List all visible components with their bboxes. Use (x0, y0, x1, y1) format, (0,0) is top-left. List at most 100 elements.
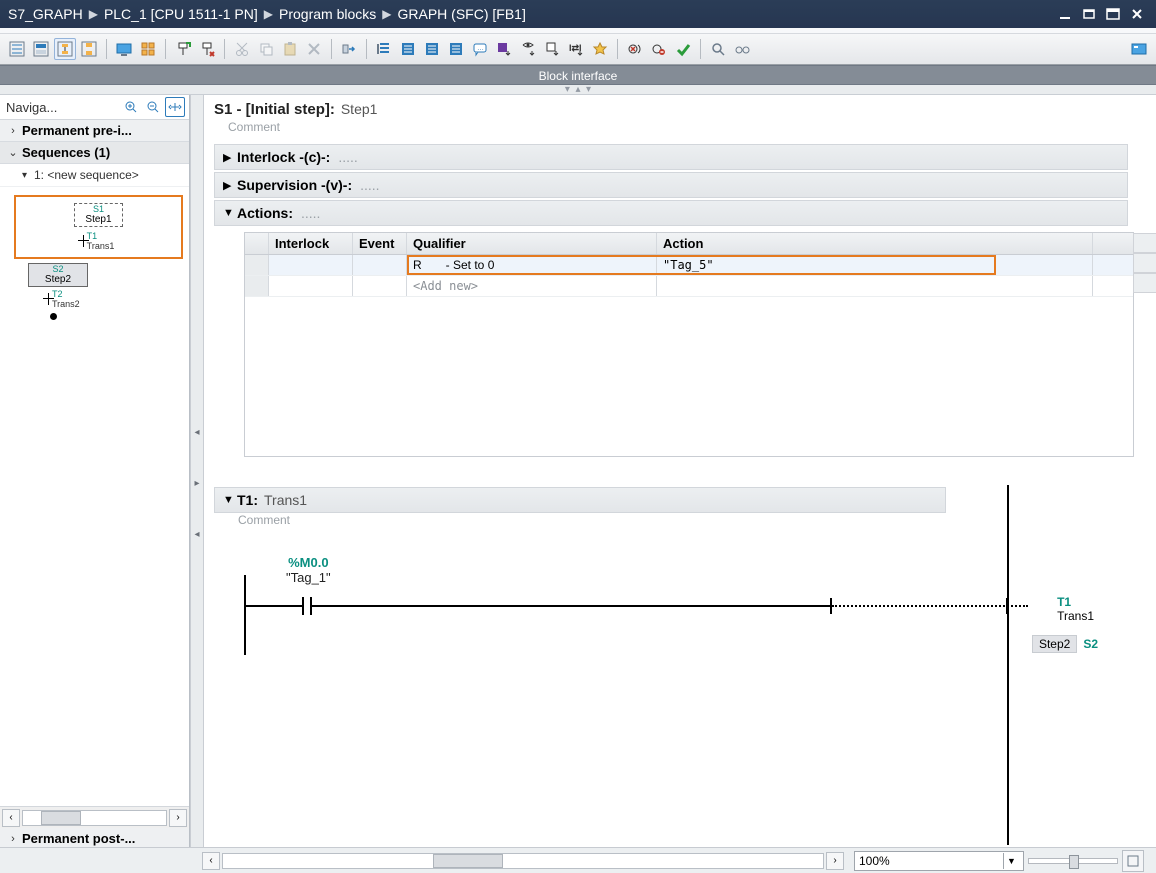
sequence-end-icon (50, 313, 57, 320)
insert-step-icon[interactable] (172, 38, 194, 60)
step-heading: S1 - [Initial step]:Step1 (204, 95, 1138, 120)
zoom-slider[interactable] (1028, 858, 1118, 864)
view-split-h-icon[interactable] (30, 38, 52, 60)
scroll-right-icon[interactable]: › (169, 809, 187, 827)
splitter-handle[interactable]: ▾ ▴ ▾ (0, 85, 1156, 95)
paste-icon[interactable] (279, 38, 301, 60)
minimize-button[interactable] (1054, 5, 1076, 23)
delete-step-icon[interactable] (196, 38, 218, 60)
qualifier-code[interactable]: R (413, 258, 422, 272)
tiles-icon[interactable] (137, 38, 159, 60)
accordion-sequences[interactable]: ⌄ Sequences (1) (0, 142, 189, 164)
view-chain-icon[interactable] (78, 38, 100, 60)
main-hscrollbar[interactable]: ‹ › (200, 852, 846, 870)
row-end-handles (1133, 233, 1156, 293)
view-steps-icon[interactable] (54, 38, 76, 60)
transition-target-label: T1 Trans1 (1057, 595, 1094, 623)
next-step-chip[interactable]: Step2 S2 (1032, 635, 1098, 653)
maximize-button[interactable] (1102, 5, 1124, 23)
fit-icon[interactable] (165, 97, 185, 117)
glasses-icon[interactable] (731, 38, 753, 60)
scroll-track[interactable] (22, 810, 167, 826)
scroll-left-icon[interactable]: ‹ (2, 809, 20, 827)
go-online-ok-icon[interactable] (672, 38, 694, 60)
action-row[interactable]: R- Set to 0 "Tag_5" (245, 255, 1133, 276)
format-a-icon[interactable] (421, 38, 443, 60)
add-new-row[interactable]: <Add new> (245, 276, 1133, 297)
monitor-icon[interactable] (113, 38, 135, 60)
scroll-thumb[interactable] (433, 854, 503, 868)
scroll-right-icon[interactable]: › (826, 852, 844, 870)
col-header-select[interactable] (245, 233, 269, 254)
format-b-icon[interactable] (445, 38, 467, 60)
navigation-sidebar: Naviga... › Permanent pre-i... ⌄ Sequenc… (0, 95, 190, 872)
breadcrumb-item[interactable]: GRAPH (SFC) [FB1] (398, 6, 526, 22)
action-cell[interactable]: "Tag_5" (657, 255, 1093, 275)
float-button[interactable] (1078, 5, 1100, 23)
right-power-rail (1007, 485, 1009, 845)
zoom-out-icon[interactable] (143, 97, 163, 117)
step-comment[interactable]: Comment (204, 120, 1138, 142)
go-online-err-icon[interactable] (648, 38, 670, 60)
thumb-trans-t1[interactable]: T1Trans1 (83, 231, 115, 251)
comment-icon[interactable]: … (469, 38, 491, 60)
scroll-left-icon[interactable]: ‹ (202, 852, 220, 870)
zoom-combo[interactable]: 100% ▼ (854, 851, 1024, 871)
delete-icon[interactable] (303, 38, 325, 60)
panel-settings-icon[interactable] (1128, 38, 1150, 60)
chevron-down-icon: ⌄ (6, 146, 20, 159)
add-new-cell[interactable]: <Add new> (407, 276, 657, 296)
scroll-track[interactable] (222, 853, 824, 869)
actions-section[interactable]: ▼Actions:..... (214, 200, 1128, 226)
caret-down-icon: ▾ (22, 170, 34, 181)
close-button[interactable] (1126, 5, 1148, 23)
col-header-action[interactable]: Action (657, 233, 1093, 254)
favorite-icon[interactable] (589, 38, 611, 60)
breadcrumb-item[interactable]: Program blocks (279, 6, 376, 22)
thumb-step-s2[interactable]: S2 Step2 (28, 263, 88, 287)
slider-knob[interactable] (1069, 855, 1079, 869)
ladder-diagram[interactable]: %M0.0 "Tag_1" T1 Trans1 (214, 545, 1128, 715)
col-header-event[interactable]: Event (353, 233, 407, 254)
view-list-icon[interactable] (6, 38, 28, 60)
table-header-row: Interlock Event Qualifier Action (245, 233, 1133, 255)
download-b-icon[interactable] (517, 38, 539, 60)
copy-icon[interactable] (255, 38, 277, 60)
accordion-label: Sequences (1) (22, 145, 110, 160)
search-icon[interactable] (707, 38, 729, 60)
no-contact-icon[interactable] (302, 597, 312, 615)
download-a-icon[interactable] (493, 38, 515, 60)
zoom-controls: 100% ▼ (846, 850, 1156, 872)
zoom-in-icon[interactable] (121, 97, 141, 117)
transition-header[interactable]: ▼ T1: Trans1 (214, 487, 946, 513)
col-header-qualifier[interactable]: Qualifier (407, 233, 657, 254)
sequence-item[interactable]: ▾ 1: <new sequence> (0, 164, 189, 187)
interlock-section[interactable]: ▶Interlock -(c)-:..... (214, 144, 1128, 170)
svg-text:…: … (477, 45, 484, 52)
breadcrumb-item[interactable]: S7_GRAPH (8, 6, 83, 22)
indent-left-icon[interactable] (373, 38, 395, 60)
sidebar-hscrollbar[interactable]: ‹ › (0, 806, 189, 828)
download-c-icon[interactable] (541, 38, 563, 60)
thumb-step-s1[interactable]: S1 Step1 (74, 203, 122, 227)
thumb-trans-t2[interactable]: T2Trans2 (48, 289, 189, 309)
col-header-interlock[interactable]: Interlock (269, 233, 353, 254)
transition-comment[interactable]: Comment (214, 513, 1128, 535)
outdent-icon[interactable] (397, 38, 419, 60)
nav-title: Naviga... (4, 100, 57, 115)
status-bar: ‹ › 100% ▼ (0, 847, 1156, 873)
download-d-icon[interactable]: I⇄I (565, 38, 587, 60)
sequence-thumbnail[interactable]: S1 Step1 T1Trans1 (14, 195, 183, 259)
cut-icon[interactable] (231, 38, 253, 60)
chevron-down-icon[interactable]: ▼ (1003, 853, 1019, 869)
block-interface-bar[interactable]: Block interface (0, 65, 1156, 85)
vertical-splitter[interactable]: ◂ ▸ ◂ (190, 95, 204, 872)
supervision-section[interactable]: ▶Supervision -(v)-:..... (214, 172, 1128, 198)
accordion-permanent-pre[interactable]: › Permanent pre-i... (0, 120, 189, 142)
breadcrumb-item[interactable]: PLC_1 [CPU 1511-1 PN] (104, 6, 258, 22)
contact-tag[interactable]: %M0.0 "Tag_1" (286, 555, 331, 585)
scroll-thumb[interactable] (41, 811, 81, 825)
zoom-reset-icon[interactable] (1122, 850, 1144, 872)
go-online-off-icon[interactable] (624, 38, 646, 60)
sync-icon[interactable] (338, 38, 360, 60)
